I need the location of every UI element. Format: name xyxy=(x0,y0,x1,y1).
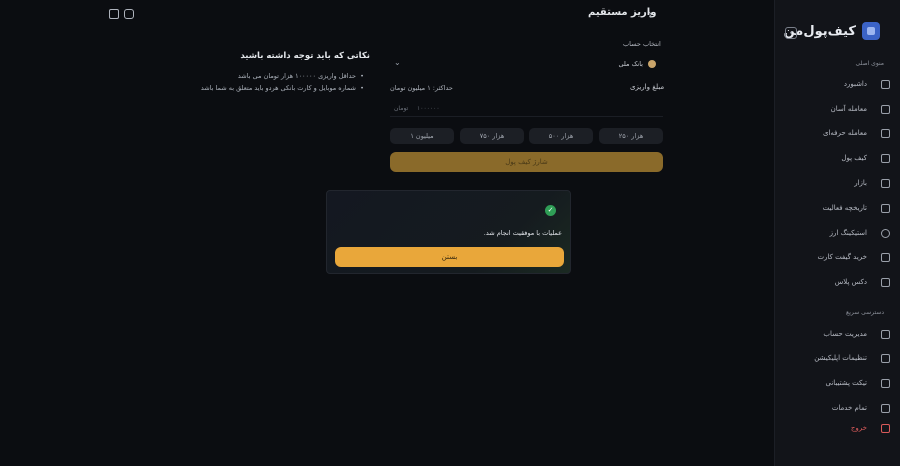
charge-wallet-button[interactable]: شارژ کیف پول xyxy=(390,152,663,172)
max-amount-hint: حداکثر: ۱ میلیون تومان xyxy=(390,84,453,92)
notes-title: نکاتی که باید توجه داشته باشید xyxy=(240,51,370,61)
staking-icon xyxy=(881,228,890,238)
sidebar-item-account[interactable]: مدیریت حساب xyxy=(790,326,890,342)
grid-icon xyxy=(881,79,890,89)
note-item: شماره موبایل و کارت بانکی هردو باید متعل… xyxy=(201,84,364,92)
sidebar-item-history[interactable]: تاریخچه فعالیت xyxy=(790,200,890,216)
sidebar-item-wallet[interactable]: کیف پول xyxy=(790,150,890,166)
chart-icon xyxy=(881,104,890,114)
chat-icon[interactable] xyxy=(124,9,134,19)
gift-icon xyxy=(881,252,890,262)
amount-placeholder: ۱۰۰۰۰۰۰ xyxy=(417,105,440,112)
sidebar-item-dashboard[interactable]: داشبورد xyxy=(790,76,890,92)
collapse-sidebar-icon[interactable]: ‹ xyxy=(785,27,797,39)
account-label: انتخاب حساب xyxy=(623,40,661,48)
sidebar-item-settings[interactable]: تنظیمات اپلیکیشن xyxy=(790,350,890,366)
dex-icon xyxy=(881,277,890,287)
bank-select[interactable]: بانک ملی ⌄ xyxy=(390,56,663,72)
document-icon[interactable] xyxy=(109,9,119,19)
main-menu-title: منوی اصلی xyxy=(855,60,884,67)
modal-message: عملیات با موفقیت انجام شد. xyxy=(483,229,562,237)
bank-name: بانک ملی xyxy=(618,60,643,68)
sidebar-item-pro-trade[interactable]: معامله حرفه‌ای xyxy=(790,125,890,141)
pro-trade-icon xyxy=(881,128,890,138)
preset-250k-button[interactable]: ۲۵۰ هزار xyxy=(599,128,663,144)
chevron-down-icon: ⌄ xyxy=(394,58,401,67)
sidebar-item-staking[interactable]: استیکینگ ارز xyxy=(790,225,890,241)
settings-icon xyxy=(881,353,890,363)
bank-logo-icon xyxy=(648,60,656,68)
amount-input[interactable]: تومان ۱۰۰۰۰۰۰ xyxy=(390,102,663,117)
sidebar-item-easy-trade[interactable]: معامله آسان xyxy=(790,101,890,117)
sidebar-item-gift-card[interactable]: خرید گیفت کارت xyxy=(790,249,890,265)
note-item: حداقل واریزی ۱۰۰۰۰۰ هزار تومان می باشد xyxy=(238,72,364,80)
calendar-icon xyxy=(881,203,890,213)
sidebar: کیف‌پول‌من ‹ منوی اصلی داشبورد معامله آس… xyxy=(774,0,900,466)
sidebar-item-market[interactable]: بازار xyxy=(790,175,890,191)
quick-access-title: دسترسی سریع xyxy=(846,309,884,316)
preset-1m-button[interactable]: ۱ میلیون xyxy=(390,128,454,144)
wallet-icon xyxy=(881,153,890,163)
sidebar-item-ticket[interactable]: تیکت پشتیبانی xyxy=(790,375,890,391)
logout-icon xyxy=(881,423,890,433)
preset-750k-button[interactable]: ۷۵۰ هزار xyxy=(460,128,524,144)
check-circle-icon: ✓ xyxy=(545,205,556,216)
sidebar-item-dex-plus[interactable]: دکس پلاس xyxy=(790,274,890,290)
brand-logo-icon xyxy=(862,22,880,40)
services-icon xyxy=(881,403,890,413)
sidebar-item-services[interactable]: تمام خدمات xyxy=(790,400,890,416)
account-icon xyxy=(881,329,890,339)
brand[interactable]: کیف‌پول‌من xyxy=(784,22,880,40)
preset-500k-button[interactable]: ۵۰۰ هزار xyxy=(529,128,593,144)
market-icon xyxy=(881,178,890,188)
page-title: واریز مستقیم xyxy=(588,7,657,18)
amount-label: مبلغ واریزی xyxy=(630,83,665,91)
amount-unit: تومان xyxy=(394,105,409,112)
ticket-icon xyxy=(881,378,890,388)
close-button[interactable]: بستن xyxy=(335,247,564,267)
sidebar-item-logout[interactable]: خروج xyxy=(790,420,890,436)
success-modal: ✓ عملیات با موفقیت انجام شد. بستن xyxy=(326,190,571,274)
